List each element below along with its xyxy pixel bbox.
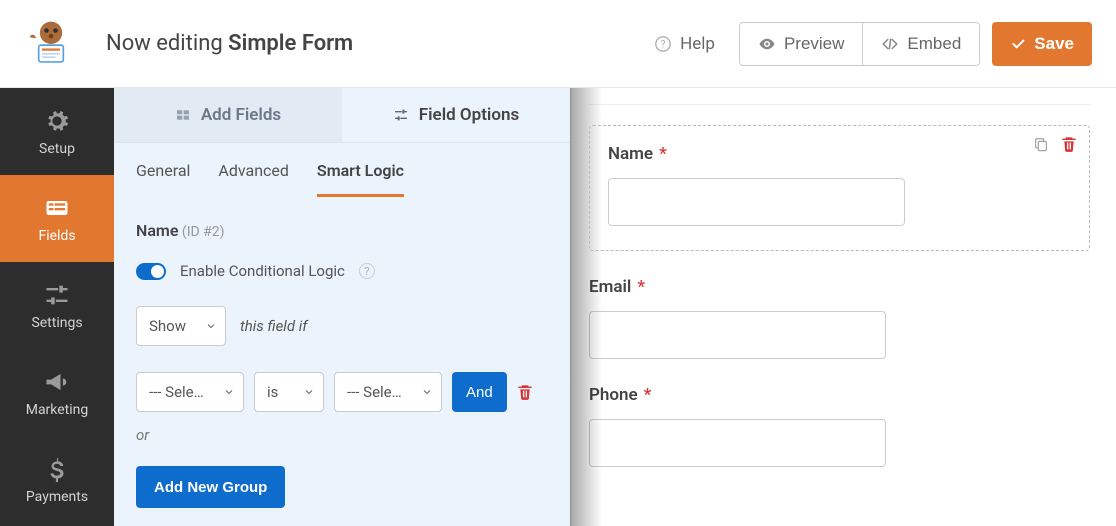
required-indicator: * bbox=[644, 385, 652, 405]
chevron-down-icon bbox=[205, 320, 217, 332]
help-link[interactable]: ? Help bbox=[654, 34, 715, 54]
add-new-group-button[interactable]: Add New Group bbox=[136, 466, 285, 508]
editing-label: Now editing bbox=[106, 31, 228, 56]
sidebar-item-fields[interactable]: Fields bbox=[0, 175, 114, 262]
save-button[interactable]: Save bbox=[992, 22, 1092, 66]
field-label: Name bbox=[608, 144, 653, 164]
required-indicator: * bbox=[637, 277, 645, 297]
conditional-logic-toggle[interactable] bbox=[136, 263, 166, 280]
subtab-general[interactable]: General bbox=[136, 161, 190, 197]
delete-rule-button[interactable] bbox=[517, 384, 533, 400]
sidebar-item-marketing[interactable]: Marketing bbox=[0, 349, 114, 436]
chevron-down-icon bbox=[421, 386, 433, 398]
or-label: or bbox=[136, 426, 548, 444]
subtab-advanced[interactable]: Advanced bbox=[218, 161, 289, 197]
help-label: Help bbox=[680, 34, 715, 54]
form-name: Simple Form bbox=[228, 31, 353, 56]
preview-field-phone[interactable]: Phone * bbox=[589, 385, 1090, 467]
field-label: Email bbox=[589, 277, 631, 297]
sliders-icon bbox=[393, 107, 409, 123]
embed-label: Embed bbox=[907, 34, 961, 54]
sidebar-item-payments[interactable]: Payments bbox=[0, 436, 114, 523]
sidebar-item-label: Payments bbox=[26, 489, 88, 505]
eye-icon bbox=[758, 35, 776, 53]
field-label: Phone bbox=[589, 385, 638, 405]
sliders-icon bbox=[43, 281, 71, 309]
field-select[interactable]: --- Sele… bbox=[136, 372, 244, 412]
field-options-panel: Add Fields Field Options General Advance… bbox=[114, 88, 571, 526]
select-value: Show bbox=[149, 317, 186, 335]
divider bbox=[589, 104, 1090, 105]
operator-select[interactable]: is bbox=[254, 372, 324, 412]
form-preview: Name * Email * Phone * bbox=[571, 88, 1116, 526]
subtab-smart-logic[interactable]: Smart Logic bbox=[317, 161, 404, 197]
left-sidebar: Setup Fields Settings Marketing Payments bbox=[0, 88, 114, 526]
svg-text:?: ? bbox=[661, 39, 666, 50]
code-icon bbox=[881, 35, 899, 53]
name-input[interactable] bbox=[608, 178, 905, 226]
value-select[interactable]: --- Sele… bbox=[334, 372, 442, 412]
grid-icon bbox=[175, 107, 191, 123]
question-icon[interactable]: ? bbox=[359, 263, 375, 279]
conditional-logic-label: Enable Conditional Logic bbox=[180, 262, 345, 280]
save-label: Save bbox=[1034, 34, 1074, 54]
email-input[interactable] bbox=[589, 311, 886, 359]
tab-add-fields[interactable]: Add Fields bbox=[114, 88, 342, 142]
tab-label: Add Fields bbox=[201, 105, 281, 125]
action-select[interactable]: Show bbox=[136, 306, 226, 346]
page-title: Now editing Simple Form bbox=[106, 31, 353, 56]
form-icon bbox=[43, 194, 71, 222]
check-icon bbox=[1010, 36, 1026, 52]
trash-icon[interactable] bbox=[1061, 136, 1077, 152]
question-icon: ? bbox=[654, 35, 672, 53]
this-field-if-label: this field if bbox=[240, 317, 307, 335]
gear-icon bbox=[43, 107, 71, 135]
preview-label: Preview bbox=[784, 34, 844, 54]
required-indicator: * bbox=[659, 144, 667, 164]
select-value: --- Sele… bbox=[149, 383, 204, 401]
field-name: Name bbox=[136, 221, 178, 240]
and-button[interactable]: And bbox=[452, 372, 507, 412]
sidebar-item-label: Marketing bbox=[26, 402, 89, 418]
preview-field-email[interactable]: Email * bbox=[589, 277, 1090, 359]
dollar-icon bbox=[43, 455, 71, 483]
select-value: is bbox=[267, 383, 278, 401]
bullhorn-icon bbox=[43, 368, 71, 396]
tab-field-options[interactable]: Field Options bbox=[342, 88, 570, 142]
embed-button[interactable]: Embed bbox=[863, 22, 980, 66]
phone-input[interactable] bbox=[589, 419, 886, 467]
chevron-down-icon bbox=[303, 386, 315, 398]
field-id: (ID #2) bbox=[182, 224, 225, 240]
duplicate-icon[interactable] bbox=[1033, 136, 1049, 152]
chevron-down-icon bbox=[223, 386, 235, 398]
select-value: --- Sele… bbox=[347, 383, 402, 401]
sidebar-item-label: Fields bbox=[38, 228, 75, 244]
sidebar-item-setup[interactable]: Setup bbox=[0, 88, 114, 175]
tab-label: Field Options bbox=[419, 105, 519, 125]
preview-field-name[interactable]: Name * bbox=[589, 125, 1090, 251]
sidebar-item-label: Setup bbox=[39, 141, 75, 157]
sidebar-item-label: Settings bbox=[31, 315, 82, 331]
app-logo bbox=[16, 14, 86, 74]
preview-button[interactable]: Preview bbox=[739, 22, 863, 66]
sidebar-item-settings[interactable]: Settings bbox=[0, 262, 114, 349]
